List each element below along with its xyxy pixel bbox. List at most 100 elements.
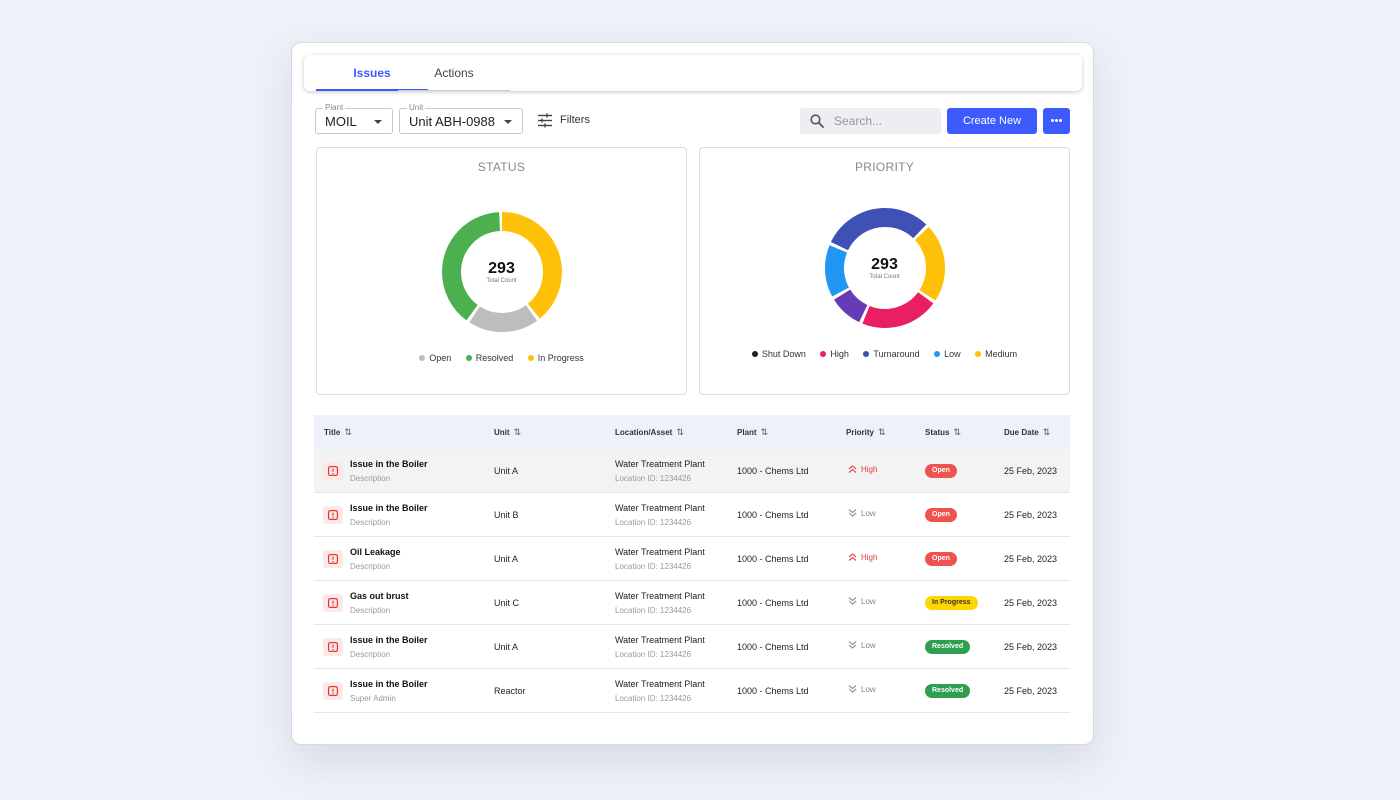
row-location: Water Treatment Plant	[615, 635, 705, 645]
search-box[interactable]	[800, 108, 941, 134]
legend-item-open: Open	[419, 353, 451, 363]
row-unit: Unit C	[494, 598, 520, 608]
column-header-location[interactable]: Location/Asset ⇅	[615, 427, 684, 438]
row-plant: 1000 - Chems Ltd	[737, 686, 809, 696]
priority-total-count: 293	[871, 256, 898, 273]
priority-chart-title: PRIORITY	[854, 160, 915, 174]
row-location: Water Treatment Plant	[615, 679, 705, 689]
row-due-date: 25 Feb, 2023	[1004, 598, 1058, 608]
row-title: Issue in the Boiler	[350, 503, 428, 513]
row-plant: 1000 - Chems Ltd	[737, 598, 809, 608]
row-priority: Low	[848, 641, 876, 650]
status-total-count: 293	[488, 260, 515, 277]
row-due-date: 25 Feb, 2023	[1004, 642, 1058, 652]
row-subtitle: Description	[350, 650, 391, 659]
row-location: Water Treatment Plant	[615, 547, 705, 557]
table-row[interactable]: Issue in the Boiler Description Unit A W…	[314, 449, 1070, 493]
row-subtitle: Super Admin	[350, 694, 396, 703]
status-badge: Open	[925, 552, 957, 566]
row-title: Issue in the Boiler	[350, 635, 428, 645]
table-row[interactable]: Gas out brust Description Unit C Water T…	[314, 581, 1070, 625]
issues-window: Issues Actions Plant MOIL Unit Unit ABH-…	[291, 42, 1094, 745]
chevron-double-up-icon	[848, 553, 857, 561]
legend-item-in-progress: In Progress	[527, 353, 584, 363]
row-unit: Unit A	[494, 554, 519, 564]
row-subtitle: Description	[350, 474, 391, 483]
table-row[interactable]: Issue in the Boiler Description Unit A W…	[314, 625, 1070, 669]
unit-select[interactable]: Unit Unit ABH-0988	[399, 103, 523, 134]
status-chart-card: STATUS 293 Total Count Open Resolved In …	[316, 147, 687, 395]
row-due-date: 25 Feb, 2023	[1004, 554, 1058, 564]
legend-item-medium: Medium	[975, 349, 1017, 359]
row-subtitle: Description	[350, 518, 391, 527]
table-row[interactable]: Issue in the Boiler Super Admin Reactor …	[314, 669, 1070, 713]
row-location-id: Location ID: 1234426	[615, 694, 692, 703]
alert-icon	[323, 638, 343, 656]
row-due-date: 25 Feb, 2023	[1004, 510, 1058, 520]
column-header-unit[interactable]: Unit ⇅	[494, 427, 521, 438]
status-chart-title: STATUS	[477, 160, 526, 174]
chevron-down-icon	[374, 120, 382, 124]
column-header-status[interactable]: Status ⇅	[925, 427, 961, 438]
table-header: Title ⇅ Unit ⇅ Location/Asset ⇅ Plant ⇅ Prio…	[314, 415, 1070, 449]
table-row[interactable]: Issue in the Boiler Description Unit B W…	[314, 493, 1070, 537]
row-title: Issue in the Boiler	[350, 459, 428, 469]
row-due-date: 25 Feb, 2023	[1004, 686, 1058, 696]
row-location-id: Location ID: 1234426	[615, 518, 692, 527]
plant-select-label: Plant	[323, 103, 346, 113]
status-badge: In Progress	[925, 596, 978, 610]
priority-legend: Shut Down High Turnaround Low Medium	[700, 349, 1069, 359]
alert-icon	[323, 506, 343, 524]
row-unit: Reactor	[494, 686, 526, 696]
column-header-due-date[interactable]: Due Date ⇅	[1004, 427, 1050, 438]
sort-icon: ⇅	[760, 427, 769, 437]
row-priority: Low	[848, 597, 876, 606]
row-unit: Unit A	[494, 642, 519, 652]
row-unit: Unit B	[494, 510, 519, 520]
sort-icon: ⇅	[953, 427, 961, 437]
status-badge: Resolved	[925, 640, 971, 654]
row-plant: 1000 - Chems Ltd	[737, 466, 809, 476]
row-title: Issue in the Boiler	[350, 679, 428, 689]
sort-icon: ⇅	[1042, 427, 1051, 437]
search-input[interactable]	[834, 112, 934, 130]
more-dots-icon	[1051, 119, 1062, 122]
legend-item-shut-down: Shut Down	[751, 349, 806, 359]
alert-icon	[323, 462, 343, 480]
row-location: Water Treatment Plant	[615, 503, 705, 513]
tab-actions[interactable]: Actions	[398, 55, 510, 91]
row-location-id: Location ID: 1234426	[615, 562, 692, 571]
row-priority: High	[848, 553, 877, 562]
plant-select[interactable]: Plant MOIL	[315, 103, 393, 134]
column-header-title[interactable]: Title ⇅	[324, 427, 352, 438]
chevron-double-down-icon	[848, 641, 857, 649]
unit-select-value: Unit ABH-0988	[409, 114, 495, 129]
legend-item-turnaround: Turnaround	[863, 349, 920, 359]
row-location-id: Location ID: 1234426	[615, 474, 692, 483]
row-unit: Unit A	[494, 466, 519, 476]
create-new-button[interactable]: Create New	[947, 108, 1037, 134]
row-priority: Low	[848, 685, 876, 694]
column-header-plant[interactable]: Plant ⇅	[737, 427, 768, 438]
status-badge: Open	[925, 464, 957, 478]
row-title: Gas out brust	[350, 591, 409, 601]
tab-bar: Issues Actions	[304, 55, 1082, 91]
table-row[interactable]: Oil Leakage Description Unit A Water Tre…	[314, 537, 1070, 581]
legend-item-low: Low	[934, 349, 961, 359]
status-badge: Resolved	[925, 684, 971, 698]
plant-select-value: MOIL	[325, 114, 357, 129]
row-title: Oil Leakage	[350, 547, 401, 557]
status-legend: Open Resolved In Progress	[317, 353, 686, 363]
row-priority: High	[848, 465, 877, 474]
sort-icon: ⇅	[676, 427, 684, 437]
row-location-id: Location ID: 1234426	[615, 650, 692, 659]
status-badge: Open	[925, 508, 957, 522]
priority-total-label: Total Count	[869, 274, 900, 280]
search-icon	[810, 114, 824, 128]
alert-icon	[323, 682, 343, 700]
row-plant: 1000 - Chems Ltd	[737, 642, 809, 652]
column-header-priority[interactable]: Priority ⇅	[846, 427, 886, 438]
row-subtitle: Description	[350, 606, 391, 615]
more-options-button[interactable]	[1043, 108, 1070, 134]
row-plant: 1000 - Chems Ltd	[737, 554, 809, 564]
